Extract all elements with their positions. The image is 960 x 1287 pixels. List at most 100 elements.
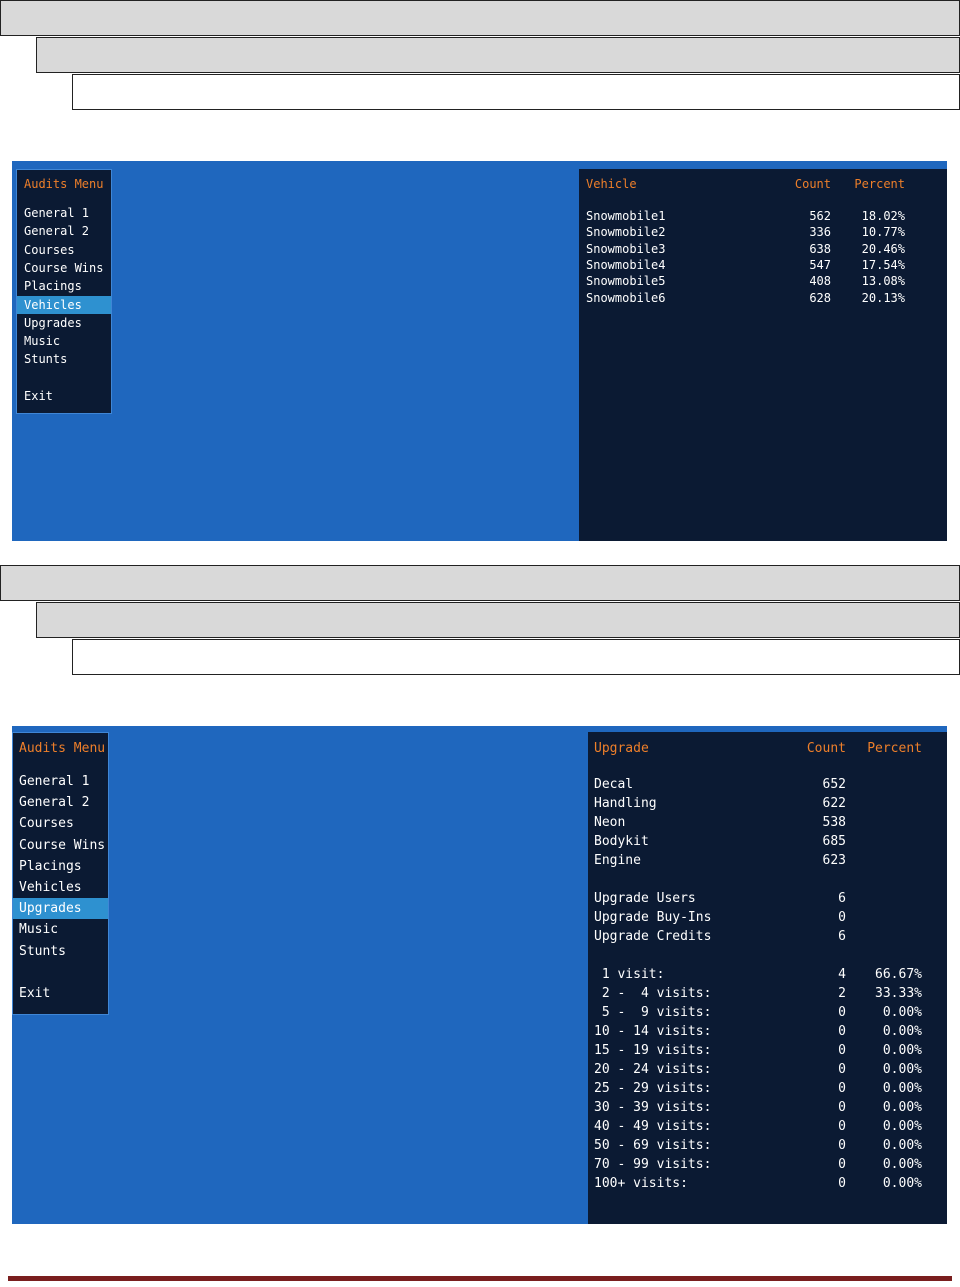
upgrade-stats-panel: Upgrade Count Percent Decal 652 Handling 62…	[588, 732, 947, 1224]
row-percent: 66.67%	[875, 967, 922, 982]
row-percent: 20.46%	[861, 241, 905, 256]
row-count: 628	[809, 290, 831, 305]
menu-item-placings[interactable]: Placings	[13, 856, 108, 877]
row-percent: 0.00%	[882, 1005, 922, 1020]
row-percent: 0.00%	[882, 1081, 922, 1096]
audits-menu: Audits Menu General 1 General 2 Courses Cou…	[16, 169, 112, 414]
subsubheading-bar-1	[72, 74, 960, 110]
row-count: 638	[809, 241, 831, 256]
menu-item-general-1[interactable]: General 1	[13, 771, 108, 792]
row-percent: 0.00%	[882, 1024, 922, 1039]
subheading-bar-2	[36, 602, 960, 638]
row-count: 0	[838, 1176, 846, 1191]
row-percent: 33.33%	[875, 986, 922, 1001]
menu-item-placings[interactable]: Placings	[17, 277, 111, 295]
row-count: 336	[809, 225, 831, 240]
row-name: Snowmobile1	[586, 209, 666, 223]
menu-item-general-2[interactable]: General 2	[17, 222, 111, 240]
row-name: 70 - 99 visits:	[594, 1157, 712, 1172]
percent-column-header: Percent	[854, 177, 905, 191]
row-name: 10 - 14 visits:	[594, 1024, 712, 1039]
row-name: Snowmobile6	[586, 290, 666, 305]
row-name: 100+ visits:	[594, 1176, 688, 1191]
row-count: 0	[838, 1157, 846, 1172]
row-count: 0	[838, 1024, 846, 1039]
vehicle-stats-panel: Vehicle Count Percent Snowmobile1 562 18.0…	[579, 169, 947, 541]
subheading-bar-1	[36, 37, 960, 73]
row-percent: 17.54%	[861, 257, 905, 272]
row-name: Snowmobile2	[586, 225, 666, 240]
row-percent: 20.13%	[861, 290, 905, 305]
row-count: 4	[838, 967, 846, 982]
row-name: Neon	[594, 815, 626, 830]
row-name: Decal	[594, 777, 634, 792]
row-name: Snowmobile5	[586, 274, 666, 289]
row-percent: 0.00%	[882, 1043, 922, 1058]
row-count: 0	[838, 1005, 846, 1020]
row-name: 25 - 29 visits:	[594, 1081, 712, 1096]
row-name: 5 - 9 visits:	[594, 1005, 712, 1020]
row-count: 6	[838, 891, 846, 906]
row-name: 2 - 4 visits:	[594, 986, 712, 1001]
menu-item-exit[interactable]: Exit	[17, 387, 111, 405]
count-column-header: Count	[794, 177, 831, 191]
row-percent: 0.00%	[882, 1138, 922, 1153]
row-count: 0	[838, 1100, 846, 1115]
row-count: 547	[809, 257, 831, 272]
menu-item-courses[interactable]: Courses	[13, 813, 108, 834]
menu-item-general-1[interactable]: General 1	[17, 204, 111, 222]
menu-item-upgrades[interactable]: Upgrades	[17, 314, 111, 332]
menu-item-upgrades[interactable]: Upgrades	[13, 898, 108, 920]
row-count: 408	[809, 274, 831, 289]
menu-item-stunts[interactable]: Stunts	[13, 941, 108, 962]
row-count: 0	[838, 1138, 846, 1153]
menu-item-vehicles[interactable]: Vehicles	[13, 877, 108, 898]
audits-menu: Audits Menu General 1 General 2 Courses Cou…	[12, 732, 109, 1015]
heading-bar-2	[0, 565, 960, 601]
row-percent: 0.00%	[882, 1100, 922, 1115]
row-count: 685	[822, 834, 846, 849]
row-name: Bodykit	[594, 834, 649, 849]
row-name: 30 - 39 visits:	[594, 1100, 712, 1115]
menu-item-course-wins[interactable]: Course Wins	[17, 259, 111, 277]
menu-item-vehicles[interactable]: Vehicles	[17, 295, 111, 314]
menu-item-courses[interactable]: Courses	[17, 241, 111, 259]
menu-item-music[interactable]: Music	[13, 919, 108, 940]
row-percent: 13.08%	[861, 274, 905, 289]
menu-item-exit[interactable]: Exit	[13, 983, 108, 1004]
audits-menu-title: Audits Menu	[19, 741, 106, 756]
row-percent: 18.02%	[861, 209, 905, 223]
row-count: 562	[809, 209, 831, 223]
row-name: Upgrade Users	[594, 891, 696, 906]
row-name: 40 - 49 visits:	[594, 1119, 712, 1134]
row-count: 6	[838, 929, 846, 944]
row-name: Snowmobile3	[586, 241, 666, 256]
row-name: 1 visit:	[594, 967, 665, 982]
row-count: 0	[838, 1081, 846, 1096]
footer-rule	[8, 1276, 952, 1281]
row-name: 15 - 19 visits:	[594, 1043, 712, 1058]
vehicles-audit-screen: Audits Menu General 1 General 2 Courses Cou…	[12, 161, 947, 541]
upgrade-column-header: Upgrade	[594, 741, 649, 756]
subsubheading-bar-2	[72, 639, 960, 675]
heading-bar-1	[0, 0, 960, 36]
row-count: 0	[838, 1062, 846, 1077]
row-name: 50 - 69 visits:	[594, 1138, 712, 1153]
row-percent: 0.00%	[882, 1119, 922, 1134]
row-percent: 0.00%	[882, 1062, 922, 1077]
menu-item-general-2[interactable]: General 2	[13, 792, 108, 813]
percent-column-header: Percent	[867, 741, 922, 756]
menu-item-music[interactable]: Music	[17, 332, 111, 350]
upgrades-audit-screen: Audits Menu General 1 General 2 Courses Cou…	[12, 726, 947, 1224]
vehicle-column-header: Vehicle	[586, 177, 637, 191]
row-percent: 0.00%	[882, 1157, 922, 1172]
row-count: 623	[822, 853, 846, 868]
row-percent: 10.77%	[861, 225, 905, 240]
row-count: 622	[822, 796, 846, 811]
row-count: 2	[838, 986, 846, 1001]
row-count: 652	[822, 777, 846, 792]
menu-item-course-wins[interactable]: Course Wins	[13, 835, 108, 856]
menu-item-stunts[interactable]: Stunts	[17, 350, 111, 368]
row-name: Snowmobile4	[586, 257, 666, 272]
row-name: Upgrade Buy-Ins	[594, 910, 712, 925]
